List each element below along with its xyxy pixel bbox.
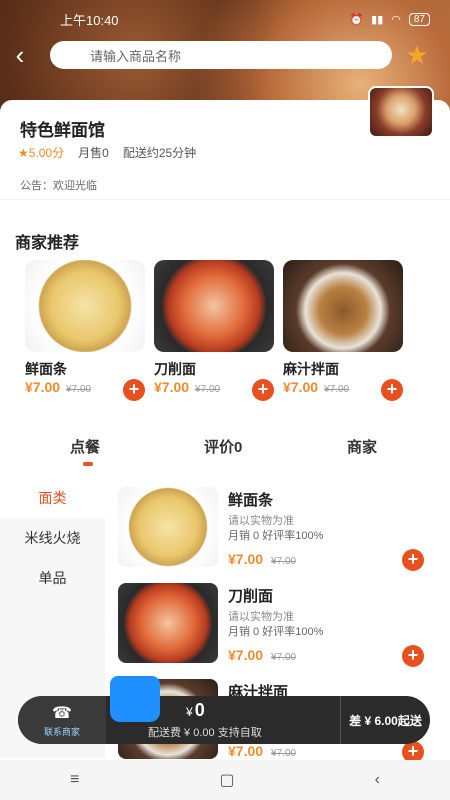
category-item[interactable]: 单品 — [0, 558, 105, 598]
recommend-item-image — [25, 260, 145, 352]
min-order-button[interactable]: 差 ¥ 6.00起送 — [340, 696, 430, 744]
product-stats: 月销 0 好评率100% — [228, 530, 324, 542]
product-price-row: ¥7.00 ¥7.00 — [228, 743, 296, 759]
recommend-item-price-row: ¥7.00 ¥7.00 + — [25, 379, 145, 401]
shop-delivery-time: 配送约25分钟 — [122, 146, 197, 160]
recommend-item-image — [283, 260, 403, 352]
home-icon[interactable]: ▢ — [219, 770, 234, 790]
cart-delivery-info: 配送费 ¥ 0.00 支持自取 — [148, 727, 262, 739]
contact-merchant-label: 联系商家 — [43, 726, 80, 737]
product-price-row: ¥7.00 ¥7.00 — [228, 647, 296, 663]
add-to-cart-button[interactable]: + — [402, 549, 424, 571]
shop-logo — [368, 86, 434, 138]
cart-total: ¥0 — [186, 700, 205, 720]
status-time: 上午10:40 — [60, 12, 119, 28]
product-old-price: ¥7.00 — [271, 652, 297, 663]
recommend-item-old-price: ¥7.00 — [66, 384, 92, 395]
search-placeholder: 请输入商品名称 — [90, 48, 182, 64]
back-nav-icon[interactable]: ‹ — [375, 771, 380, 789]
recommend-item-old-price: ¥7.00 — [195, 384, 221, 395]
menu-icon[interactable]: ≡ — [70, 771, 79, 789]
recommend-item-price: ¥7.00 — [283, 379, 319, 395]
product-price: ¥7.00 — [228, 743, 264, 759]
recommend-item-old-price: ¥7.00 — [324, 384, 350, 395]
recommend-item-price: ¥7.00 — [25, 379, 61, 395]
add-to-cart-button[interactable]: + — [123, 379, 145, 401]
add-to-cart-button[interactable]: + — [252, 379, 274, 401]
recommend-item[interactable]: 鲜面条 ¥7.00 ¥7.00 + — [25, 260, 145, 401]
cart-bar: ☎ 联系商家 ¥0 配送费 ¥ 0.00 支持自取 差 ¥ 6.00起送 — [18, 676, 430, 744]
recommend-title: 商家推荐 — [15, 235, 80, 252]
back-icon[interactable]: ‹ — [0, 38, 40, 72]
product-image — [118, 487, 218, 567]
category-item[interactable]: 米线火烧 — [0, 518, 105, 558]
recommend-item-name: 鲜面条 — [25, 361, 67, 377]
system-nav-bar: ≡ ▢ ‹ — [0, 760, 450, 800]
phone-icon: ☎ — [52, 704, 72, 722]
recommend-item-name: 麻汁拌面 — [283, 361, 339, 377]
product-stats: 月销 0 好评率100% — [228, 626, 324, 638]
product-image — [118, 583, 218, 663]
product-item[interactable]: 刀削面 请以实物为准 月销 0 好评率100% ¥7.00 ¥7.00 + — [118, 583, 438, 671]
shop-info-card: 特色鲜面馆 ★5.00分 月售0 配送约25分钟 公告：欢迎光临 — [0, 86, 450, 200]
tab-reviews[interactable]: 评价0 — [204, 436, 242, 457]
product-price-row: ¥7.00 ¥7.00 — [228, 551, 296, 567]
alarm-icon: ⏰ — [349, 13, 364, 26]
recommend-item[interactable]: 刀削面 ¥7.00 ¥7.00 + — [154, 260, 274, 401]
shopping-bag-icon[interactable] — [110, 676, 160, 722]
recommend-item-price-row: ¥7.00 ¥7.00 + — [154, 379, 274, 401]
shop-meta: ★5.00分 月售0 配送约25分钟 — [18, 144, 196, 161]
favorite-star-icon[interactable]: ★ — [404, 42, 430, 68]
shop-monthly-sales: 月售0 — [78, 146, 109, 160]
recommend-item-price: ¥7.00 — [154, 379, 190, 395]
product-note: 请以实物为准 — [228, 515, 294, 527]
category-item[interactable]: 面类 — [0, 478, 105, 518]
rating-star-icon: ★ — [18, 146, 29, 160]
top-bar: ‹ 请输入商品名称 ★ — [0, 38, 450, 72]
shop-name: 特色鲜面馆 — [20, 121, 105, 140]
tab-merchant[interactable]: 商家 — [347, 436, 377, 457]
add-to-cart-button[interactable]: + — [381, 379, 403, 401]
product-name: 鲜面条 — [228, 492, 274, 509]
status-icons: ⏰ ▮▮ ◠ 87 — [349, 12, 430, 26]
contact-merchant-button[interactable]: ☎ 联系商家 — [18, 696, 106, 744]
product-note: 请以实物为准 — [228, 611, 294, 623]
product-item[interactable]: 鲜面条 请以实物为准 月销 0 好评率100% ¥7.00 ¥7.00 + — [118, 487, 438, 575]
product-old-price: ¥7.00 — [271, 748, 297, 759]
signal-icon: ▮▮ — [371, 13, 384, 26]
product-price: ¥7.00 — [228, 647, 264, 663]
recommend-item[interactable]: 麻汁拌面 ¥7.00 ¥7.00 + — [283, 260, 403, 401]
product-old-price: ¥7.00 — [271, 556, 297, 567]
status-bar: 上午10:40 ⏰ ▮▮ ◠ 87 — [0, 0, 450, 38]
add-to-cart-button[interactable]: + — [402, 645, 424, 667]
tab-order[interactable]: 点餐 — [70, 436, 100, 457]
tab-active-indicator — [83, 462, 93, 466]
product-price: ¥7.00 — [228, 551, 264, 567]
shop-notice: 公告：欢迎光临 — [20, 180, 97, 192]
recommend-item-image — [154, 260, 274, 352]
shop-rating: ★5.00分 — [18, 146, 65, 160]
search-input[interactable]: 请输入商品名称 — [50, 41, 392, 69]
recommend-item-name: 刀削面 — [154, 361, 196, 377]
recommend-item-price-row: ¥7.00 ¥7.00 + — [283, 379, 403, 401]
battery-indicator: 87 — [408, 12, 430, 26]
tab-bar: 点餐 评价0 商家 — [0, 430, 450, 470]
product-name: 刀削面 — [228, 588, 274, 605]
wifi-icon: ◠ — [391, 13, 401, 26]
